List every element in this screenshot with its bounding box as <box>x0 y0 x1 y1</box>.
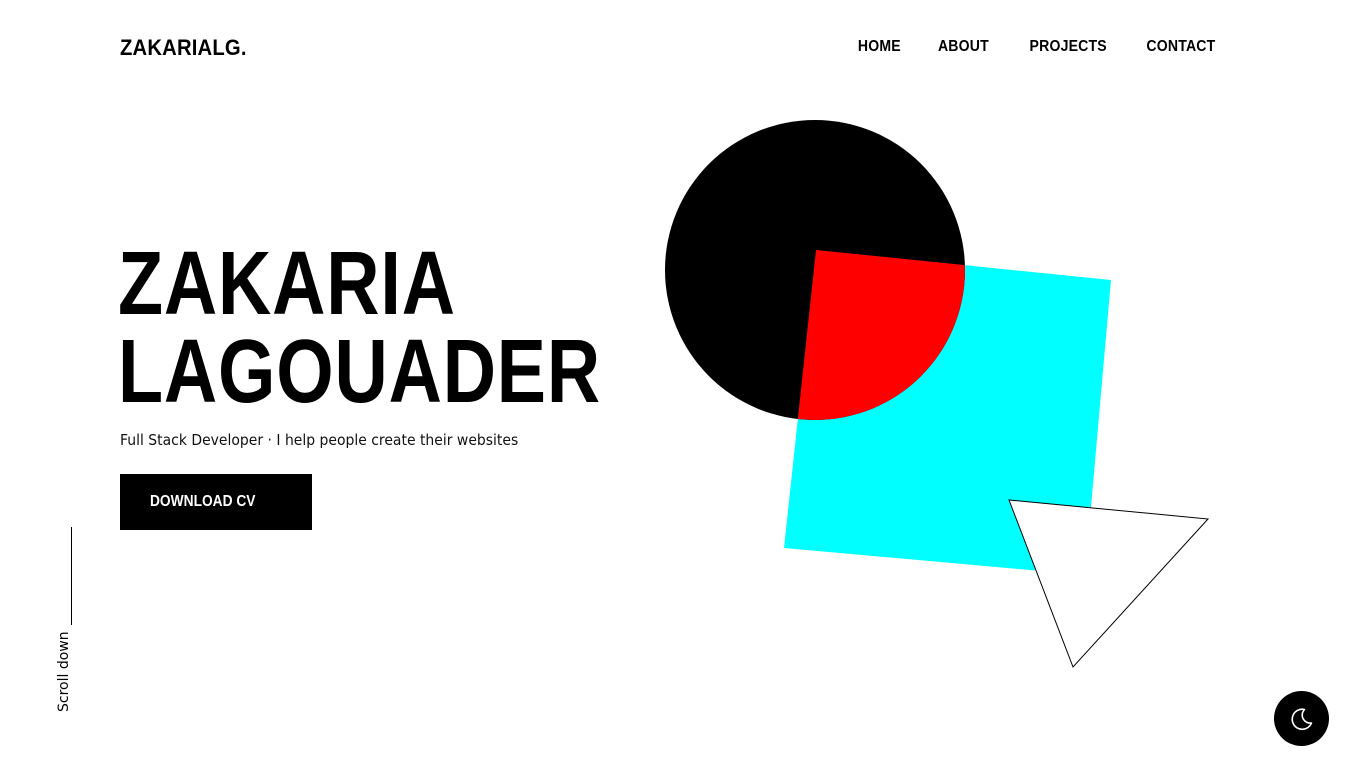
main-nav: HOME ABOUT PROJECTS CONTACT <box>822 36 1215 58</box>
download-cv-button[interactable]: DOWNLOAD CV <box>120 474 312 530</box>
hero-illustration <box>665 120 1210 668</box>
hero-name-last: LAGOUADER <box>118 322 601 422</box>
hero-subtitle: Full Stack Developer · I help people cre… <box>120 431 519 449</box>
dark-mode-toggle[interactable] <box>1274 691 1329 746</box>
nav-about-link[interactable]: ABOUT <box>938 36 989 58</box>
nav-projects-link[interactable]: PROJECTS <box>1029 36 1106 58</box>
scroll-indicator-line <box>71 527 72 625</box>
download-cv-label: DOWNLOAD CV <box>150 493 256 510</box>
nav-home-link[interactable]: HOME <box>858 36 901 58</box>
site-logo[interactable]: ZAKARIALG. <box>120 34 247 62</box>
moon-icon <box>1290 707 1312 730</box>
hero-name-first: ZAKARIA <box>118 234 456 334</box>
scroll-down-label[interactable]: Scroll down <box>55 622 73 712</box>
hero-name: ZAKARIA LAGOUADER <box>118 234 601 422</box>
nav-contact-link[interactable]: CONTACT <box>1146 36 1215 58</box>
outline-triangle <box>1008 499 1210 668</box>
